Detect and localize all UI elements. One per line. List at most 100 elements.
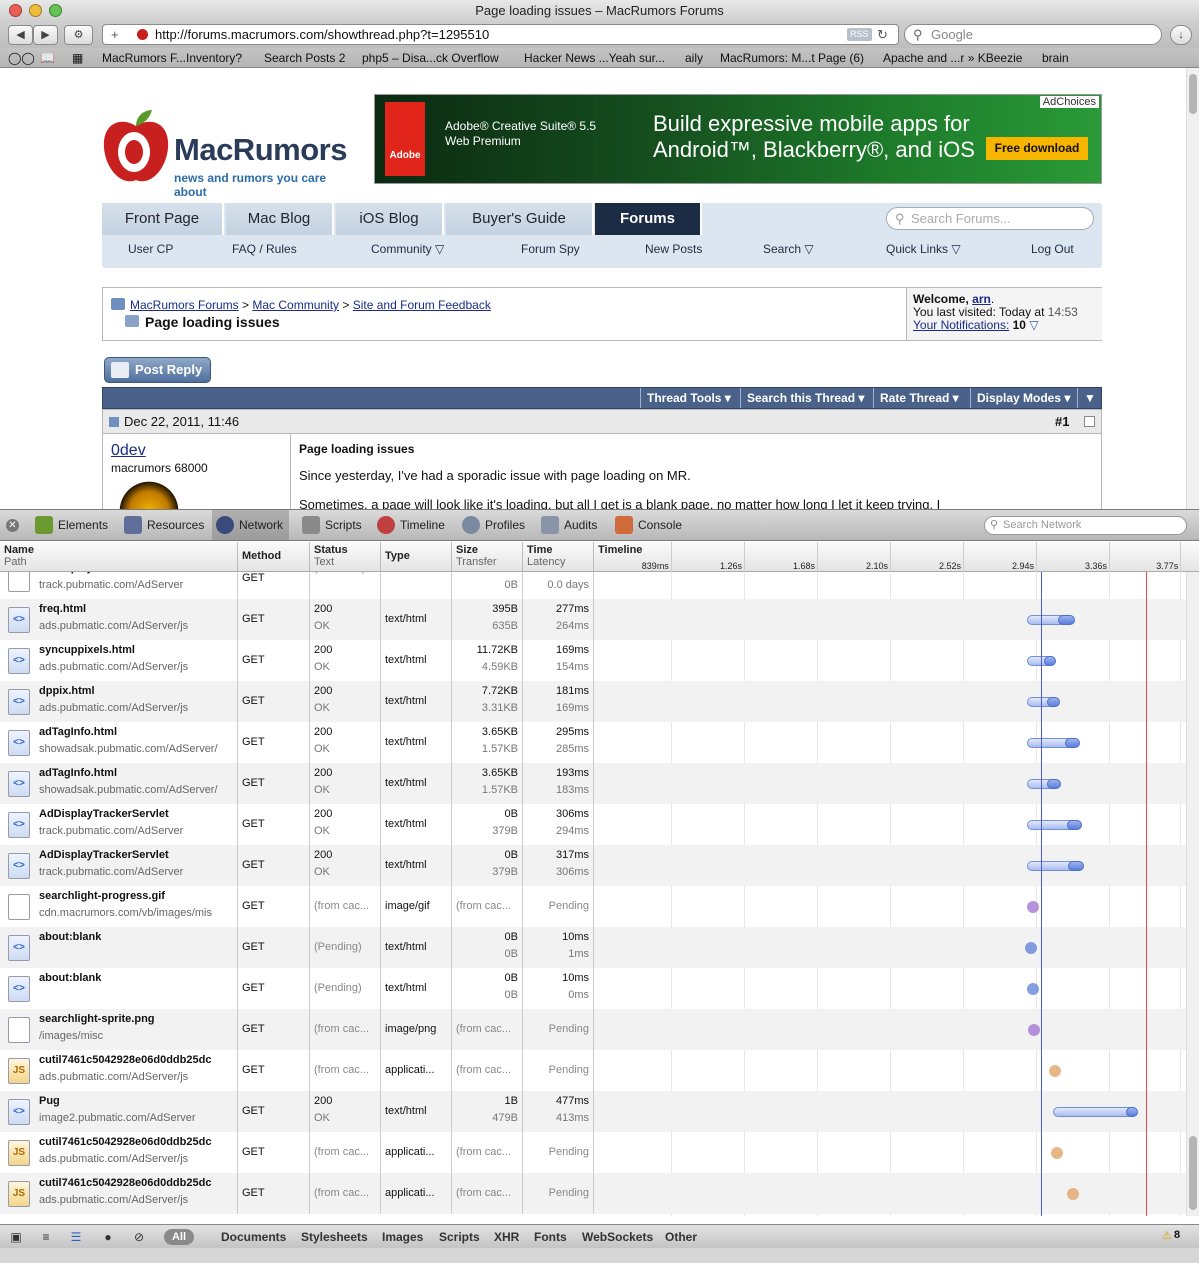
subnav-user-cp[interactable]: User CP bbox=[128, 242, 173, 256]
subnav-log-out[interactable]: Log Out bbox=[1031, 242, 1074, 256]
network-request-row[interactable]: <> about:blank GET (Pending) text/html 0B 0B 10… bbox=[0, 968, 1186, 1009]
page-scrollbar-thumb[interactable] bbox=[1189, 74, 1197, 114]
panel-profiles[interactable]: Profiles bbox=[462, 510, 525, 540]
panel-console[interactable]: Console bbox=[615, 510, 682, 540]
rate-thread-menu[interactable]: Rate Thread ▾ bbox=[873, 388, 965, 408]
bookmark-item[interactable]: php5 – Disa...ck Overflow bbox=[362, 51, 499, 65]
network-request-row[interactable]: searchlight-sprite.png/images/misc GET (fr… bbox=[0, 1009, 1186, 1050]
ad-choices-link[interactable]: AdChoices bbox=[1039, 96, 1099, 108]
timeline-bar[interactable] bbox=[1053, 1107, 1138, 1117]
panel-audits[interactable]: Audits bbox=[541, 510, 597, 540]
subnav-forum-spy[interactable]: Forum Spy bbox=[521, 242, 580, 256]
timeline-pending-dot[interactable] bbox=[1028, 1024, 1041, 1036]
network-request-row[interactable]: <> about:blank GET (Pending) text/html 0B 0B 10… bbox=[0, 927, 1186, 968]
top-sites-grid-icon[interactable]: ▦ bbox=[72, 51, 83, 65]
adobe-banner-ad[interactable]: Adobe Adobe® Creative Suite® 5.5 Web Pre… bbox=[374, 94, 1102, 184]
console-toggle-icon[interactable]: ≡ bbox=[36, 1229, 56, 1245]
reading-list-icon[interactable]: ◯◯ bbox=[8, 51, 35, 65]
timeline-bar[interactable] bbox=[1027, 779, 1062, 789]
bookmark-item[interactable]: MacRumors F...Inventory? bbox=[102, 51, 242, 65]
name-cell[interactable]: <> AdDisplayTrackerServlet track.pubmatic.… bbox=[0, 845, 238, 886]
reload-icon[interactable]: ↻ bbox=[877, 25, 888, 44]
panel-scripts[interactable]: Scripts bbox=[302, 510, 362, 540]
minimize-window-button[interactable] bbox=[29, 4, 42, 17]
name-cell[interactable]: <> about:blank bbox=[0, 927, 238, 968]
name-cell[interactable]: searchlight-progress.gif cdn.macrumors.co… bbox=[0, 886, 238, 927]
rss-badge[interactable]: RSS bbox=[847, 28, 872, 41]
network-request-row[interactable]: <> Pug image2.pubmatic.com/AdServer GET 200 O… bbox=[0, 1091, 1186, 1132]
tab-forums[interactable]: Forums bbox=[595, 203, 702, 235]
warning-count[interactable]: 8 bbox=[1174, 1229, 1180, 1241]
timeline-pending-dot[interactable] bbox=[1024, 942, 1037, 954]
name-cell[interactable]: <> syncuppixels.html ads.pubmatic.com/AdSe… bbox=[0, 640, 238, 681]
large-rows-toggle-icon[interactable]: ☰ bbox=[66, 1229, 86, 1245]
name-cell[interactable]: <> adTagInfo.html showadsak.pubmatic.com/A… bbox=[0, 763, 238, 804]
timeline-bar[interactable] bbox=[1027, 615, 1076, 625]
timeline-pending-dot[interactable] bbox=[1050, 1147, 1063, 1159]
timeline-bar[interactable] bbox=[1027, 738, 1081, 748]
network-scrollbar-thumb[interactable] bbox=[1189, 1136, 1197, 1210]
breadcrumb-feedback-link[interactable]: Site and Forum Feedback bbox=[353, 298, 491, 312]
collapse-arrow-icon[interactable]: ▼ bbox=[1077, 388, 1102, 408]
notifications-link[interactable]: Your Notifications: bbox=[913, 318, 1009, 332]
name-cell[interactable]: JS cutil7461c5042928e06d0ddb25dc ads.pubma… bbox=[0, 1173, 238, 1214]
bookmark-item[interactable]: MacRumors: M...t Page (6) bbox=[720, 51, 864, 65]
subnav-quick-links[interactable]: Quick Links ▽ bbox=[886, 242, 961, 256]
name-cell[interactable]: <> about:blank bbox=[0, 968, 238, 1009]
address-bar[interactable]: + http://forums.macrumors.com/showthread… bbox=[102, 24, 899, 45]
page-scrollbar[interactable] bbox=[1186, 68, 1199, 509]
subnav-new-posts[interactable]: New Posts bbox=[645, 242, 702, 256]
search-thread-menu[interactable]: Search this Thread ▾ bbox=[740, 388, 870, 408]
network-request-row[interactable]: <> adTagInfo.html showadsak.pubmatic.com/A… bbox=[0, 763, 1186, 804]
network-request-row[interactable]: <> AdDisplayTrackerServlet track.pubmatic.… bbox=[0, 804, 1186, 845]
filter-other[interactable]: Other bbox=[665, 1229, 697, 1245]
post-reply-button[interactable]: Post Reply bbox=[104, 357, 211, 383]
downloads-button[interactable]: ↓ bbox=[1170, 25, 1192, 45]
post-number[interactable]: #1 bbox=[1055, 410, 1069, 433]
forum-search-input[interactable]: ⚲ Search Forums... bbox=[886, 207, 1094, 230]
tab-buyers-guide[interactable]: Buyer's Guide bbox=[446, 203, 594, 235]
network-scrollbar[interactable] bbox=[1186, 572, 1199, 1216]
panel-timeline[interactable]: Timeline bbox=[377, 510, 445, 540]
network-search-input[interactable]: ⚲ Search Network bbox=[984, 516, 1187, 535]
post-author-link[interactable]: 0dev bbox=[111, 442, 146, 459]
name-cell[interactable]: <> AdDisplayTrackerServlet track.pubmatic.… bbox=[0, 804, 238, 845]
column-time[interactable]: Time Latency bbox=[523, 542, 594, 572]
warning-icon[interactable]: ⚠ bbox=[1162, 1229, 1172, 1242]
filter-websockets[interactable]: WebSockets bbox=[582, 1229, 653, 1245]
timeline-bar[interactable] bbox=[1027, 820, 1083, 830]
name-cell[interactable]: <> adTagInfo.html showadsak.pubmatic.com/A… bbox=[0, 722, 238, 763]
network-request-row[interactable]: <> freq.html ads.pubmatic.com/AdServer/js G… bbox=[0, 599, 1186, 640]
network-request-row[interactable]: JS cutil7461c5042928e06d0ddb25dc ads.pubma… bbox=[0, 1132, 1186, 1173]
name-cell[interactable]: AdDisplayTrackerServlet track.pubmatic.co… bbox=[0, 572, 238, 599]
timeline-pending-dot[interactable] bbox=[1066, 1188, 1079, 1200]
forum-home-icon[interactable] bbox=[111, 298, 125, 310]
filter-images[interactable]: Images bbox=[382, 1229, 423, 1245]
tab-mac-blog[interactable]: Mac Blog bbox=[226, 203, 334, 235]
filter-fonts[interactable]: Fonts bbox=[534, 1229, 567, 1245]
breadcrumb-community-link[interactable]: Mac Community bbox=[252, 298, 339, 312]
subnav-community[interactable]: Community ▽ bbox=[371, 242, 444, 256]
macrumors-logo[interactable]: MacRumors news and rumors you care about bbox=[100, 108, 360, 199]
tab-ios-blog[interactable]: iOS Blog bbox=[336, 203, 444, 235]
network-request-row[interactable]: JS cutil7461c5042928e06d0ddb25dc ads.pubma… bbox=[0, 1050, 1186, 1091]
bookmark-item[interactable]: Apache and ...r » KBeezie bbox=[883, 51, 1022, 65]
timeline-pending-dot[interactable] bbox=[1026, 901, 1039, 913]
network-request-row[interactable]: <> dppix.html ads.pubmatic.com/AdServer/js… bbox=[0, 681, 1186, 722]
thread-tools-menu[interactable]: Thread Tools ▾ bbox=[640, 388, 737, 408]
network-request-row[interactable]: searchlight-progress.gif cdn.macrumors.co… bbox=[0, 886, 1186, 927]
bookmark-item[interactable]: aily bbox=[685, 51, 703, 65]
subnav-search[interactable]: Search ▽ bbox=[763, 242, 814, 256]
ad-free-download-button[interactable]: Free download bbox=[986, 137, 1088, 160]
panel-elements[interactable]: Elements bbox=[35, 510, 108, 540]
filter-scripts[interactable]: Scripts bbox=[439, 1229, 480, 1245]
timeline-pending-dot[interactable] bbox=[1049, 1065, 1062, 1077]
tab-front-page[interactable]: Front Page bbox=[102, 203, 224, 235]
username-link[interactable]: arn bbox=[972, 292, 991, 306]
network-request-row[interactable]: <> adTagInfo.html showadsak.pubmatic.com/A… bbox=[0, 722, 1186, 763]
name-cell[interactable]: <> Pug image2.pubmatic.com/AdServer bbox=[0, 1091, 238, 1132]
name-cell[interactable]: searchlight-sprite.png/images/misc bbox=[0, 1009, 238, 1050]
bookmarks-book-icon[interactable]: 📖 bbox=[40, 51, 55, 65]
filter-all[interactable]: All bbox=[164, 1229, 194, 1245]
column-type[interactable]: Type bbox=[381, 542, 452, 572]
